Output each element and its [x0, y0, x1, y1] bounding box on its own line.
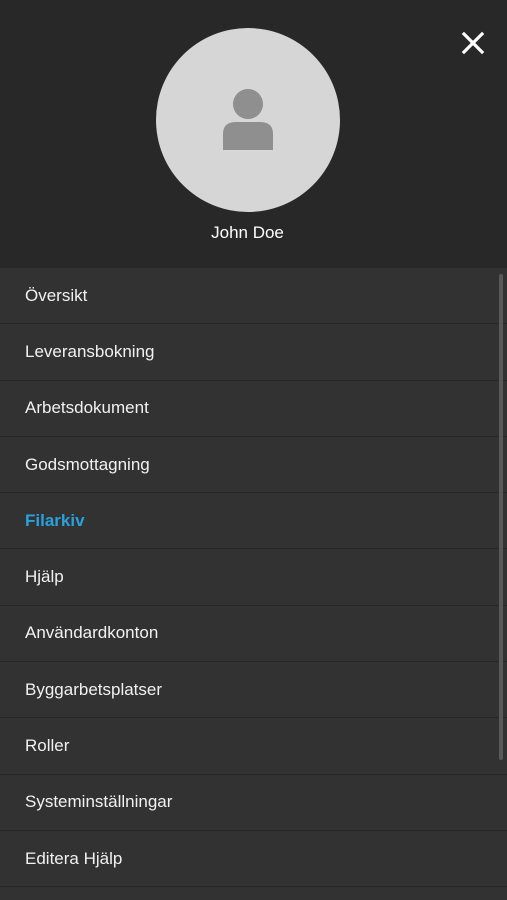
profile-header: John Doe — [0, 0, 507, 268]
menu-item-editera-hjalp[interactable]: Editera Hjälp — [0, 831, 507, 888]
menu-item-label: Editera Hjälp — [25, 848, 123, 868]
avatar[interactable] — [156, 28, 340, 212]
menu-item-filarkiv[interactable]: Filarkiv — [0, 493, 507, 550]
navigation-drawer: John Doe Översikt Leveransbokning Arbets… — [0, 0, 507, 900]
menu-item-leveransbokning[interactable]: Leveransbokning — [0, 324, 507, 381]
user-name: John Doe — [211, 223, 284, 242]
menu-item-arbetsdokument[interactable]: Arbetsdokument — [0, 381, 507, 437]
menu-item-godsmottagning[interactable]: Godsmottagning — [0, 437, 507, 494]
menu-list: Översikt Leveransbokning Arbetsdokument … — [0, 268, 507, 900]
menu-item-label: Hjälp — [25, 567, 64, 587]
menu-item-byggarbetsplatser[interactable]: Byggarbetsplatser — [0, 662, 507, 719]
menu-item-label: Översikt — [25, 285, 88, 305]
scrollbar[interactable] — [499, 274, 503, 760]
menu-item-systeminstallningar[interactable]: Systeminställningar — [0, 775, 507, 831]
menu-item-oversikt[interactable]: Översikt — [0, 268, 507, 325]
menu-item-hjalp[interactable]: Hjälp — [0, 549, 507, 606]
close-button[interactable] — [456, 26, 490, 60]
menu-item-label: Filarkiv — [25, 510, 85, 530]
menu-item-anvandardkonton[interactable]: Användardkonton — [0, 606, 507, 663]
menu-item-label: Arbetsdokument — [25, 398, 149, 418]
person-icon — [223, 89, 273, 150]
close-icon[interactable] — [456, 26, 490, 60]
menu-item-label: Byggarbetsplatser — [25, 679, 163, 699]
menu-item-label: Användardkonton — [25, 623, 159, 643]
menu-item-label: Roller — [25, 736, 70, 756]
menu-item-roller[interactable]: Roller — [0, 718, 507, 775]
menu-item-label: Systeminställningar — [25, 792, 173, 812]
menu-item-label: Godsmottagning — [25, 454, 150, 474]
menu-item-label: Leveransbokning — [25, 341, 155, 361]
